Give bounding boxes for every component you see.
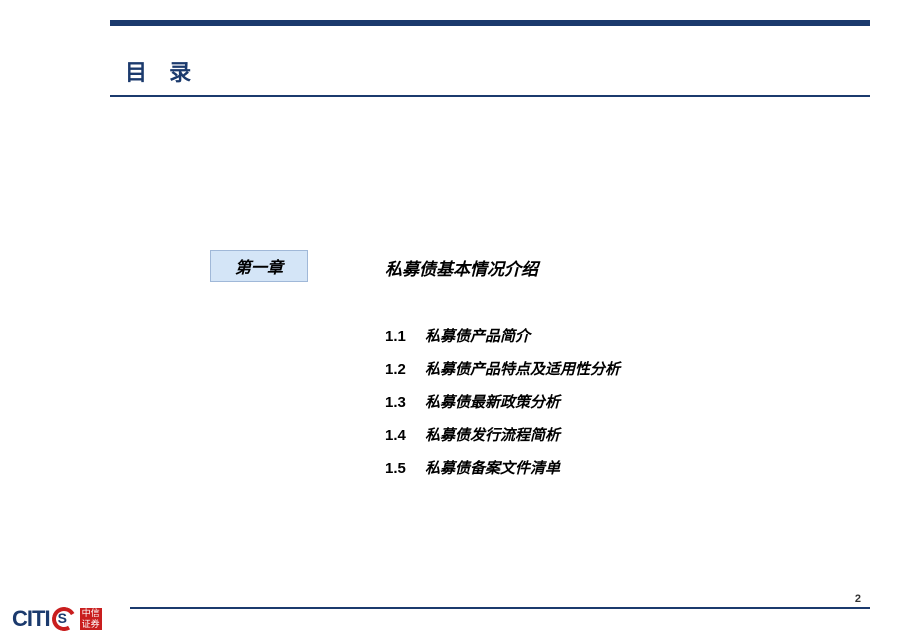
chapter-heading: 私募债基本情况介绍 xyxy=(385,255,538,280)
toc-text: 私募债最新政策分析 xyxy=(425,391,560,412)
page-title: 目 录 xyxy=(125,55,199,87)
toc-number: 1.3 xyxy=(385,394,425,411)
page-number: 2 xyxy=(851,593,865,605)
toc-text: 私募债发行流程简析 xyxy=(425,424,560,445)
toc-item: 1.4 私募债发行流程简析 xyxy=(385,424,620,445)
toc-text: 私募债产品简介 xyxy=(425,325,530,346)
toc-text: 私募债产品特点及适用性分析 xyxy=(425,358,620,379)
toc-item: 1.1 私募债产品简介 xyxy=(385,325,620,346)
logo-cs-icon: S xyxy=(52,607,76,631)
title-underline xyxy=(110,95,870,97)
bottom-line xyxy=(130,607,870,609)
chapter-label: 第一章 xyxy=(235,254,283,278)
toc-list: 1.1 私募债产品简介 1.2 私募债产品特点及适用性分析 1.3 私募债最新政… xyxy=(385,325,620,490)
logo-cn: 中信 证券 xyxy=(80,608,102,630)
toc-text: 私募债备案文件清单 xyxy=(425,457,560,478)
toc-item: 1.5 私募债备案文件清单 xyxy=(385,457,620,478)
toc-number: 1.2 xyxy=(385,361,425,378)
logo-text: CITI xyxy=(12,606,50,632)
footer: CITI S 中信 证券 2 xyxy=(0,597,920,637)
toc-number: 1.1 xyxy=(385,328,425,345)
toc-item: 1.3 私募债最新政策分析 xyxy=(385,391,620,412)
toc-number: 1.5 xyxy=(385,460,425,477)
toc-number: 1.4 xyxy=(385,427,425,444)
toc-item: 1.2 私募债产品特点及适用性分析 xyxy=(385,358,620,379)
logo: CITI S 中信 证券 xyxy=(12,606,102,632)
chapter-box: 第一章 xyxy=(210,250,308,282)
top-bar xyxy=(110,20,870,26)
